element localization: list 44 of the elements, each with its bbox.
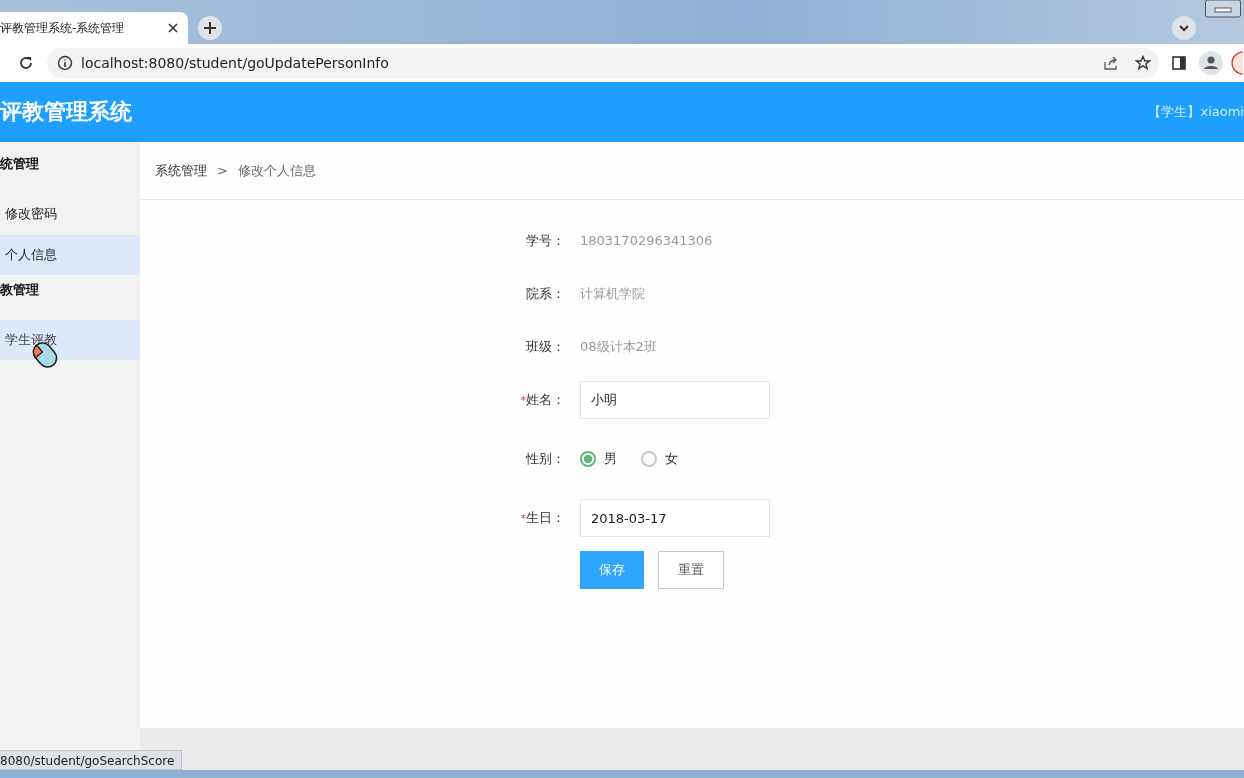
reload-icon[interactable] <box>18 55 34 71</box>
radio-label: 男 <box>604 450 617 468</box>
required-mark: * <box>520 512 526 525</box>
field-label: 班级： <box>526 338 565 354</box>
field-label: 生日： <box>526 510 565 525</box>
reset-button[interactable]: 重置 <box>658 551 724 589</box>
app-title: 评教管理系统 <box>0 98 132 126</box>
avatar-icon[interactable] <box>1231 51 1243 75</box>
side-panel-icon[interactable] <box>1171 55 1187 71</box>
input-field[interactable]: 2018-03-17 <box>580 499 770 537</box>
minimize-icon[interactable] <box>1205 0 1241 18</box>
new-tab-icon[interactable] <box>198 16 222 40</box>
breadcrumb-item: 修改个人信息 <box>237 161 316 180</box>
tab-title: 评教管理系统-系统管理 <box>0 19 126 37</box>
field-label: 学号： <box>526 232 565 248</box>
required-mark: * <box>520 394 526 407</box>
radio-label: 女 <box>665 450 678 468</box>
status-url: 8080/student/goSearchScore <box>0 750 183 770</box>
sidebar-group-title[interactable]: 统管理 <box>0 150 140 194</box>
field-label: 性别： <box>526 451 565 466</box>
sidebar-group-title[interactable]: 教管理 <box>0 276 140 320</box>
sidebar-item[interactable]: 修改密码 <box>0 194 140 234</box>
url-text: localhost:8080/student/goUpdatePersonInfo <box>81 55 389 71</box>
star-icon[interactable] <box>1135 55 1151 71</box>
share-icon[interactable] <box>1103 55 1119 71</box>
radio-button[interactable] <box>580 451 596 467</box>
breadcrumb-item[interactable]: 系统管理 <box>155 161 207 180</box>
close-icon[interactable] <box>168 23 178 33</box>
sidebar-item[interactable]: 学生评教 <box>0 320 140 360</box>
browser-tab[interactable]: 评教管理系统-系统管理 <box>0 12 188 44</box>
tab-search-icon[interactable] <box>1172 16 1196 40</box>
breadcrumb-separator: > <box>217 163 228 178</box>
sidebar-item[interactable]: 个人信息 <box>0 235 140 275</box>
info-icon[interactable] <box>57 55 73 71</box>
field-label: 院系： <box>526 285 565 301</box>
radio-button[interactable] <box>641 451 657 467</box>
profile-icon[interactable] <box>1199 51 1223 75</box>
field-value: 1803170296341306 <box>580 233 713 248</box>
field-value: 计算机学院 <box>580 284 645 303</box>
input-field[interactable]: 小明 <box>580 381 770 419</box>
field-value: 08级计本2班 <box>580 337 657 356</box>
address-bar[interactable]: localhost:8080/student/goUpdatePersonInfo <box>47 48 1159 78</box>
field-label: 姓名： <box>526 392 565 407</box>
user-label: 【学生】xiaomi <box>1148 103 1244 121</box>
